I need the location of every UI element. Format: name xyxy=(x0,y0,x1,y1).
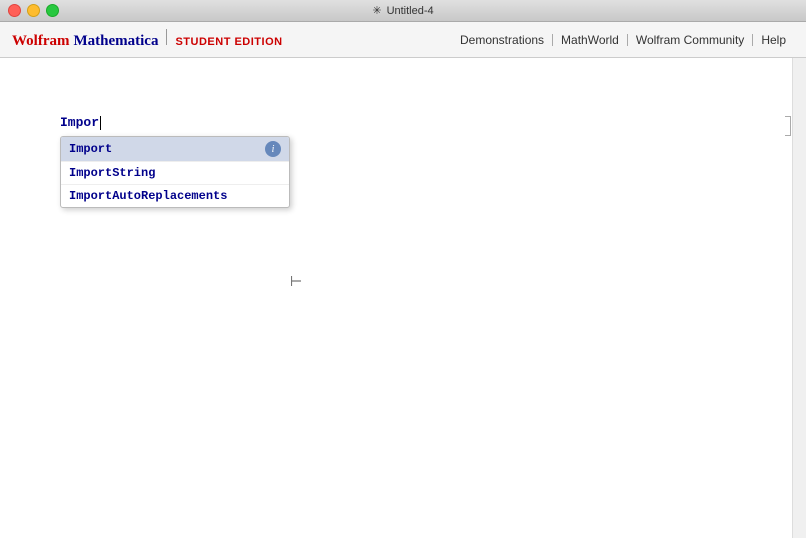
nav-mathworld[interactable]: MathWorld xyxy=(553,33,627,47)
brand-wolfram: Wolfram xyxy=(12,33,70,50)
brand-edition: STUDENT EDITION xyxy=(175,36,282,48)
notebook-content[interactable]: Impor Import i ImportString ImportAutoRe… xyxy=(0,58,806,538)
autocomplete-item-importautoreplacements[interactable]: ImportAutoReplacements xyxy=(61,185,289,207)
autocomplete-item-importstring[interactable]: ImportString xyxy=(61,162,289,185)
autocomplete-label-import: Import xyxy=(69,142,112,156)
info-icon[interactable]: i xyxy=(265,141,281,157)
cell-input-area[interactable]: Impor xyxy=(60,113,786,131)
app-icon: ✳ xyxy=(372,4,381,17)
window-controls xyxy=(8,4,59,17)
brand-logo: Wolfram Mathematica STUDENT EDITION xyxy=(12,29,283,50)
title-text: Untitled-4 xyxy=(387,5,434,17)
autocomplete-label-importstring: ImportString xyxy=(69,166,155,180)
toolbar: Wolfram Mathematica STUDENT EDITION Demo… xyxy=(0,22,806,58)
close-button[interactable] xyxy=(8,4,21,17)
nav-links: Demonstrations MathWorld Wolfram Communi… xyxy=(452,33,794,47)
brand-mathematica: Mathematica xyxy=(74,33,159,50)
minimize-button[interactable] xyxy=(27,4,40,17)
nav-help[interactable]: Help xyxy=(753,33,794,47)
autocomplete-dropdown[interactable]: Import i ImportString ImportAutoReplacem… xyxy=(60,136,290,208)
notebook-edge xyxy=(792,58,806,538)
text-cursor xyxy=(100,116,101,130)
brand-divider xyxy=(166,29,167,45)
nav-demonstrations[interactable]: Demonstrations xyxy=(452,33,552,47)
nav-community[interactable]: Wolfram Community xyxy=(628,33,752,47)
maximize-button[interactable] xyxy=(46,4,59,17)
body-cursor: ⊢ xyxy=(290,273,302,290)
title-bar: ✳ Untitled-4 xyxy=(0,0,806,22)
input-text[interactable]: Impor xyxy=(60,115,101,130)
autocomplete-label-importautoreplacements: ImportAutoReplacements xyxy=(69,189,227,203)
autocomplete-item-import[interactable]: Import i xyxy=(61,137,289,162)
window-title: ✳ Untitled-4 xyxy=(372,4,433,17)
cell-bracket xyxy=(785,116,791,136)
input-value: Impor xyxy=(60,115,99,130)
